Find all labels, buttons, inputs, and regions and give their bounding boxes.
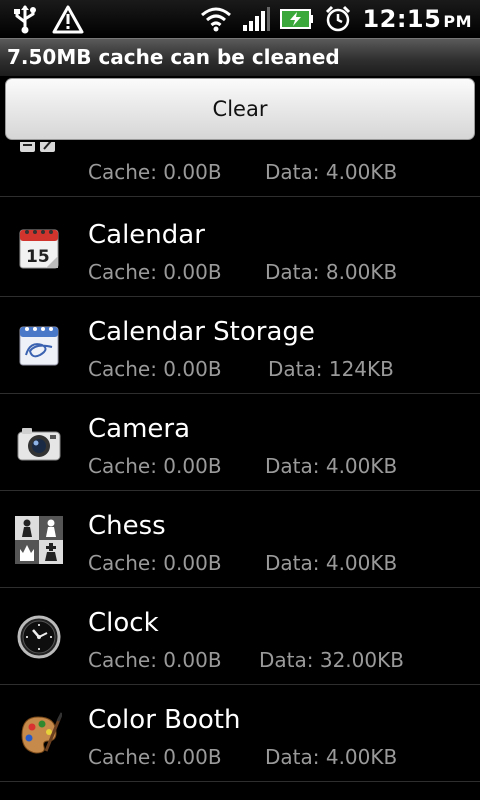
usb-icon [12, 4, 38, 34]
app-cache-size: Cache: 0.00B [88, 551, 222, 575]
list-item[interactable]: Chess Cache: 0.00B Data: 4.00KB [0, 491, 480, 588]
chess-icon [14, 515, 64, 565]
app-icon [18, 142, 58, 160]
app-name: Chess [88, 511, 166, 541]
alarm-icon [324, 5, 352, 33]
button-bar: Clear [0, 76, 480, 142]
app-name: Color Booth [88, 705, 241, 735]
app-name: Calendar Storage [88, 317, 315, 347]
app-list[interactable]: Cache: 0.00B Data: 4.00KB 15 Calendar Ca… [0, 142, 480, 800]
app-name: Camera [88, 414, 191, 444]
app-cache-size: Cache: 0.00B [88, 648, 222, 672]
app-data-size: Data: 124KB [268, 357, 394, 381]
cache-summary-text: 7.50MB cache can be cleaned [7, 45, 340, 69]
app-data-size: Data: 4.00KB [265, 551, 398, 575]
app-cache-size: Cache: 0.00B [88, 357, 222, 381]
status-clock: 12:15 PM [362, 5, 472, 33]
app-data-size: Data: 4.00KB [265, 454, 398, 478]
list-item[interactable]: 15 Calendar Cache: 0.00B Data: 8.00KB [0, 200, 480, 297]
app-data-size: Data: 4.00KB [265, 160, 398, 184]
camera-icon [16, 420, 62, 466]
clock-icon [16, 614, 62, 660]
app-name: Calendar [88, 220, 205, 250]
app-data-size: Data: 32.00KB [259, 648, 404, 672]
warning-icon [52, 4, 84, 34]
app-data-size: Data: 4.00KB [265, 745, 398, 769]
list-item[interactable]: Cache: 0.00B Data: 4.00KB [0, 142, 480, 197]
app-cache-size: Cache: 0.00B [88, 160, 222, 184]
status-bar-notifications [12, 3, 84, 35]
list-item[interactable]: Clock Cache: 0.00B Data: 32.00KB [0, 588, 480, 685]
cache-summary-header: 7.50MB cache can be cleaned [0, 38, 480, 76]
list-item[interactable]: Color Booth Cache: 0.00B Data: 4.00KB [0, 685, 480, 782]
app-name: Clock [88, 608, 159, 638]
calendar-storage-icon [16, 323, 62, 369]
list-item[interactable]: Calendar Storage Cache: 0.00B Data: 124K… [0, 297, 480, 394]
status-bar-system: 12:15 PM [200, 0, 472, 38]
battery-charging-icon [280, 8, 314, 30]
color-booth-icon [16, 711, 64, 757]
wifi-icon [200, 6, 232, 32]
calendar-icon: 15 [16, 226, 62, 272]
status-bar: 12:15 PM [0, 0, 480, 38]
clear-button[interactable]: Clear [5, 78, 475, 140]
app-cache-size: Cache: 0.00B [88, 454, 222, 478]
app-data-size: Data: 8.00KB [265, 260, 398, 284]
list-item[interactable]: Camera Cache: 0.00B Data: 4.00KB [0, 394, 480, 491]
svg-text:15: 15 [26, 247, 50, 267]
app-cache-size: Cache: 0.00B [88, 745, 222, 769]
signal-icon [242, 6, 271, 32]
app-cache-size: Cache: 0.00B [88, 260, 222, 284]
